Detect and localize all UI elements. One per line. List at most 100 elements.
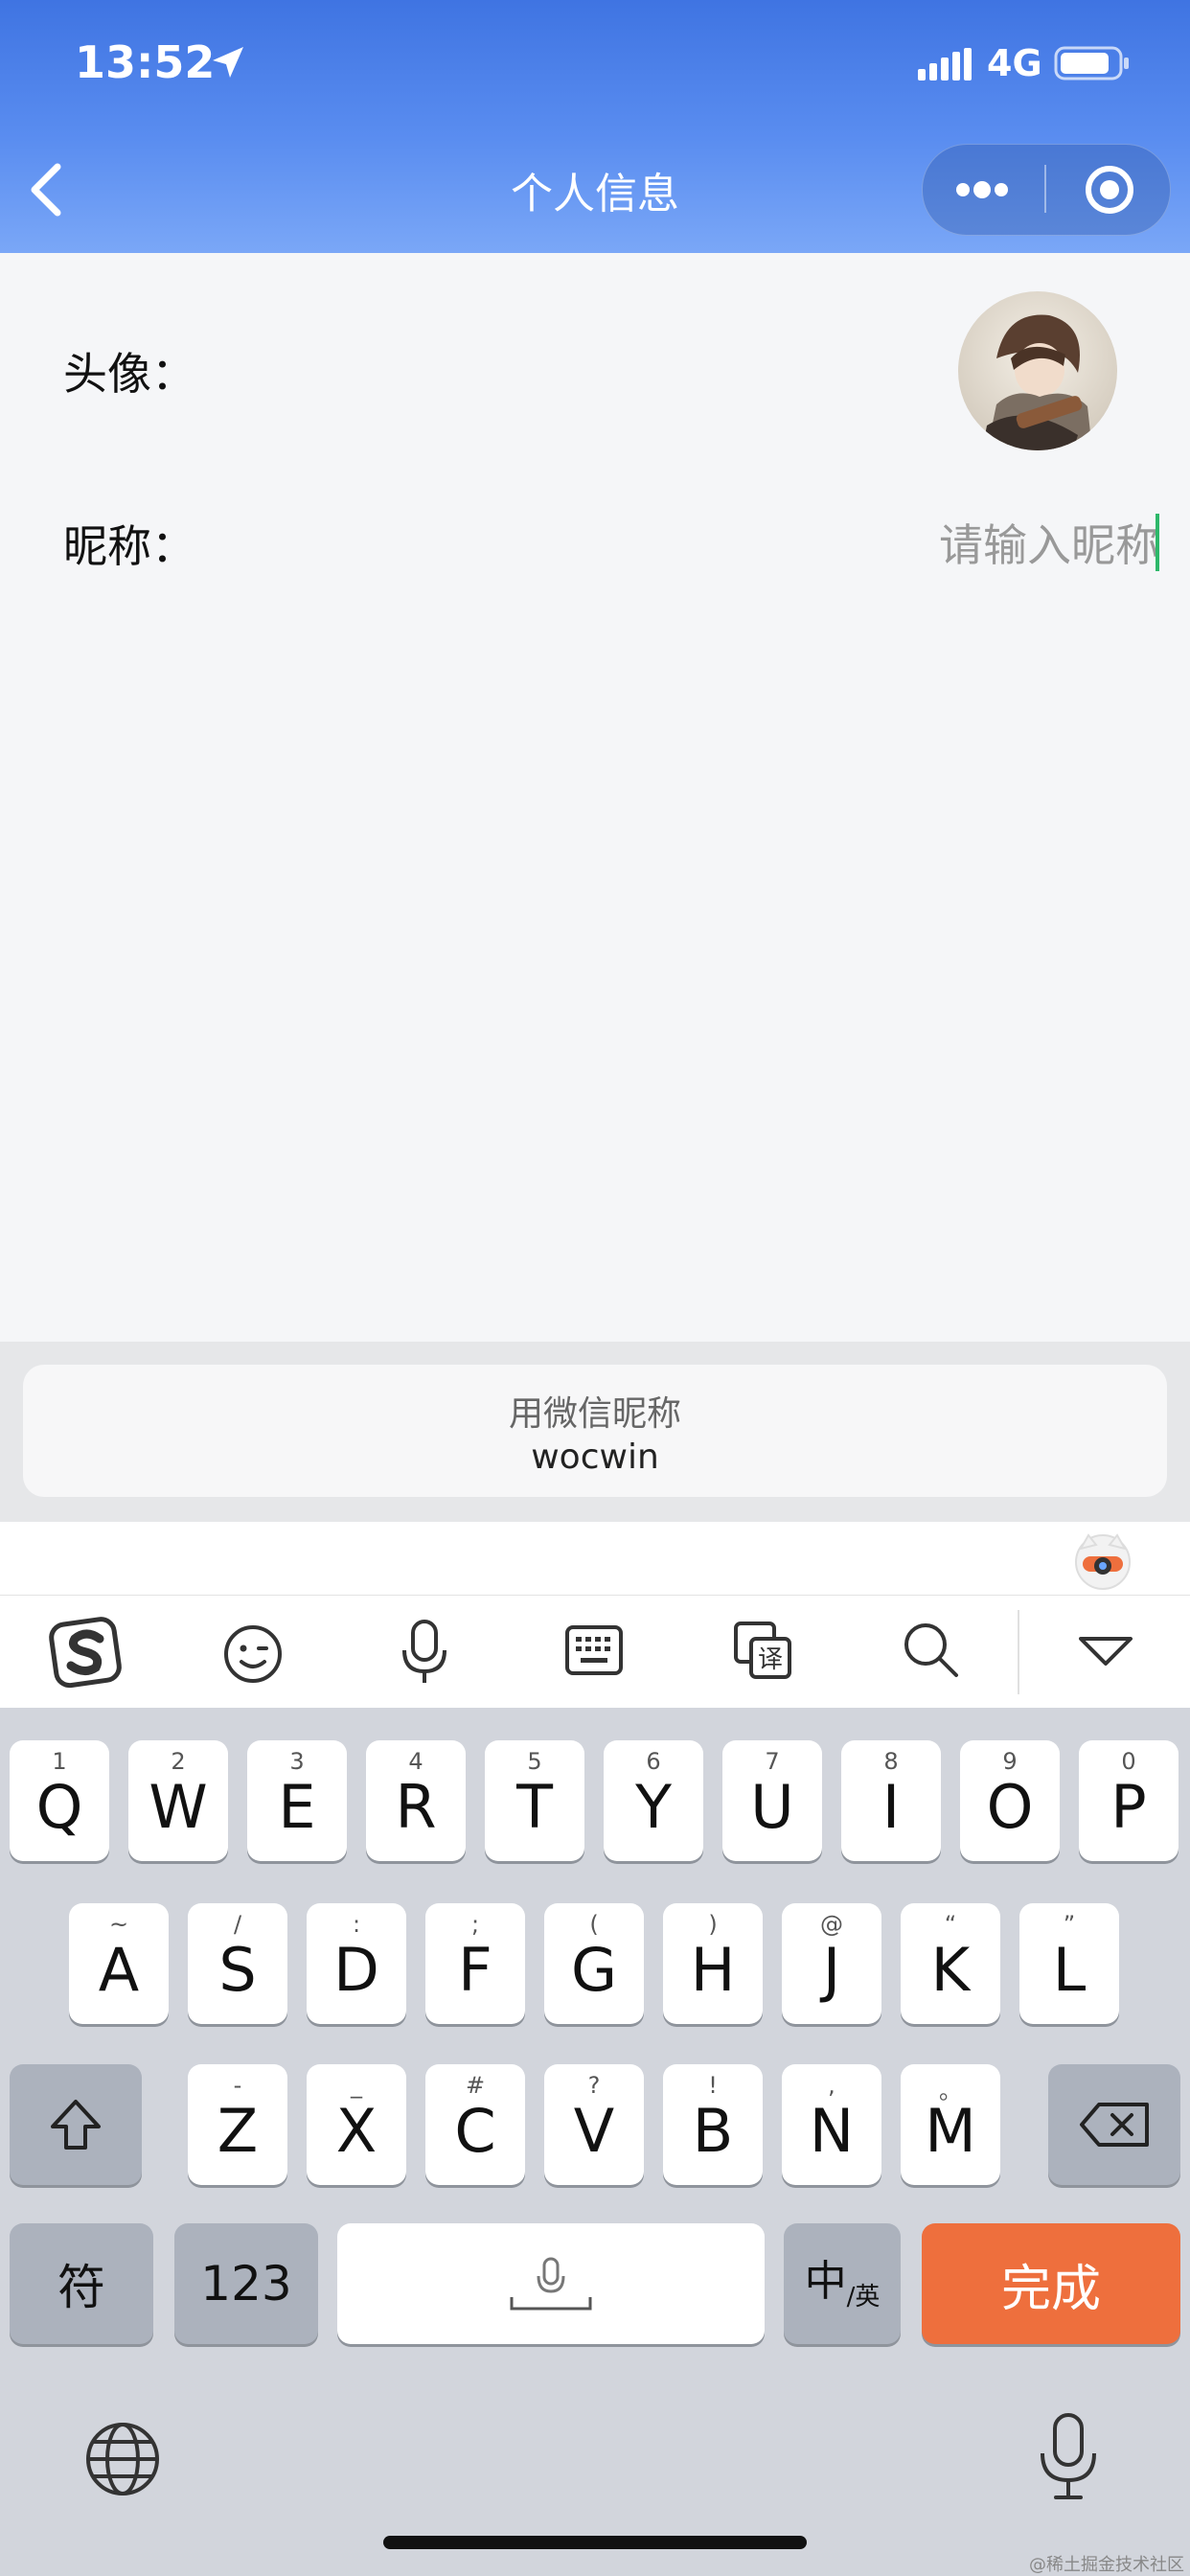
key-primary-label: M xyxy=(925,2095,976,2166)
key-x[interactable]: _ X xyxy=(307,2064,406,2185)
emoji-icon[interactable] xyxy=(222,1623,284,1685)
key-o[interactable]: 9O xyxy=(960,1740,1060,1861)
avatar[interactable] xyxy=(958,291,1117,450)
nickname-input[interactable] xyxy=(747,512,1159,579)
shift-key[interactable] xyxy=(10,2064,142,2185)
key-d[interactable]: :D xyxy=(307,1903,406,2024)
key-primary-label: X xyxy=(335,2095,378,2166)
key-s[interactable]: / S xyxy=(188,1903,287,2024)
watermark: @稀土掘金技术社区 xyxy=(1029,2555,1184,2575)
language-sub-label: /英 xyxy=(846,2282,881,2312)
key-z[interactable]: -Z xyxy=(188,2064,287,2185)
key-secondary-label: _ xyxy=(351,2072,362,2099)
key-primary-label: Z xyxy=(217,2095,259,2166)
key-p[interactable]: 0P xyxy=(1079,1740,1179,1861)
sogou-logo-icon[interactable] xyxy=(48,1616,125,1689)
search-icon[interactable] xyxy=(901,1620,962,1681)
done-key-label: 完成 xyxy=(1000,2260,1101,2318)
backspace-key[interactable] xyxy=(1048,2064,1180,2185)
key-y[interactable]: 6Y xyxy=(604,1740,703,1861)
key-primary-label: G xyxy=(570,1934,618,2005)
key-primary-label: Q xyxy=(35,1771,83,1842)
symbols-key-label: 符 xyxy=(57,2260,105,2315)
more-dots-icon[interactable] xyxy=(953,175,1015,204)
key-secondary-label: ~ xyxy=(108,1911,129,1938)
key-e[interactable]: 3E xyxy=(247,1740,347,1861)
keyboard-switch-icon[interactable] xyxy=(563,1623,625,1677)
status-time: 13:52 xyxy=(75,36,216,88)
network-type: 4G xyxy=(987,42,1042,84)
suggestion-nickname: wocwin xyxy=(531,1438,659,1477)
key-i[interactable]: 8I xyxy=(841,1740,941,1861)
key-secondary-label: , xyxy=(828,2072,835,2099)
space-mic-icon xyxy=(510,2257,592,2311)
numbers-key-label: 123 xyxy=(200,2256,292,2312)
key-h[interactable]: ) H xyxy=(663,1903,763,2024)
key-primary-label: D xyxy=(333,1934,379,2005)
key-secondary-label: ? xyxy=(587,2072,601,2099)
translate-icon[interactable]: 译 xyxy=(732,1620,793,1681)
shift-arrow-icon xyxy=(51,2100,101,2150)
key-secondary-label: ! xyxy=(708,2072,718,2099)
key-secondary-label: 2 xyxy=(171,1748,186,1775)
key-r[interactable]: 4R xyxy=(366,1740,466,1861)
key-k[interactable]: “K xyxy=(901,1903,1000,2024)
key-a[interactable]: ~ A xyxy=(69,1903,169,2024)
key-primary-label: H xyxy=(690,1934,736,2005)
done-key[interactable]: 完成 xyxy=(922,2223,1180,2344)
key-b[interactable]: ! B xyxy=(663,2064,763,2185)
key-secondary-label: 6 xyxy=(646,1748,661,1775)
globe-icon[interactable] xyxy=(82,2419,163,2499)
key-secondary-label: 0 xyxy=(1121,1748,1136,1775)
key-w[interactable]: 2W xyxy=(128,1740,228,1861)
key-c[interactable]: # C xyxy=(425,2064,525,2185)
key-j[interactable]: @ J xyxy=(782,1903,881,2024)
key-primary-label: S xyxy=(218,1934,257,2005)
key-secondary-label: ( xyxy=(589,1911,599,1938)
key-t[interactable]: 5T xyxy=(485,1740,584,1861)
language-toggle-key[interactable]: 中 /英 xyxy=(784,2223,901,2344)
key-u[interactable]: 7U xyxy=(722,1740,822,1861)
symbols-key[interactable]: 符 xyxy=(10,2223,153,2344)
language-main-label: 中 xyxy=(804,2257,847,2306)
key-primary-label: L xyxy=(1052,1934,1087,2005)
avatar-image xyxy=(958,291,1117,450)
key-q[interactable]: 1Q xyxy=(10,1740,109,1861)
key-secondary-label: @ xyxy=(820,1911,843,1938)
key-f[interactable]: ; F xyxy=(425,1903,525,2024)
key-g[interactable]: (G xyxy=(544,1903,644,2024)
suggestion-title: 用微信昵称 xyxy=(508,1394,681,1434)
voice-input-icon[interactable] xyxy=(399,1618,450,1687)
key-secondary-label: 7 xyxy=(765,1748,780,1775)
key-n[interactable]: ,N xyxy=(782,2064,881,2185)
avatar-label: 头像： xyxy=(63,348,195,400)
key-secondary-label: 9 xyxy=(1002,1748,1018,1775)
key-primary-label: E xyxy=(278,1771,316,1842)
home-indicator[interactable] xyxy=(383,2536,807,2549)
key-primary-label: W xyxy=(149,1771,208,1842)
key-l[interactable]: ” L xyxy=(1019,1903,1119,2024)
key-primary-label: J xyxy=(822,1934,841,2005)
close-target-icon[interactable] xyxy=(1084,164,1135,216)
key-primary-label: K xyxy=(930,1934,971,2005)
ime-mascot-icon[interactable] xyxy=(1071,1530,1134,1591)
key-secondary-label: ” xyxy=(1063,1911,1076,1938)
key-primary-label: F xyxy=(458,1934,492,2005)
dictation-mic-icon[interactable] xyxy=(1037,2411,1100,2503)
key-primary-label: N xyxy=(809,2095,855,2166)
space-key[interactable] xyxy=(337,2223,765,2344)
svg-text:译: 译 xyxy=(758,1645,783,1674)
key-secondary-label: # xyxy=(465,2072,486,2099)
location-arrow-icon xyxy=(213,47,243,78)
key-primary-label: A xyxy=(98,1934,140,2005)
hide-keyboard-icon[interactable] xyxy=(1077,1633,1134,1671)
numbers-key[interactable]: 123 xyxy=(174,2223,318,2344)
key-primary-label: T xyxy=(516,1771,553,1842)
key-v[interactable]: ? V xyxy=(544,2064,644,2185)
key-primary-label: V xyxy=(573,2095,615,2166)
keyboard-top-strip xyxy=(0,1522,1190,1595)
key-primary-label: I xyxy=(881,1771,901,1842)
key-secondary-label: 4 xyxy=(408,1748,423,1775)
nickname-label: 昵称： xyxy=(63,520,195,572)
key-m[interactable]: 。 M xyxy=(901,2064,1000,2185)
